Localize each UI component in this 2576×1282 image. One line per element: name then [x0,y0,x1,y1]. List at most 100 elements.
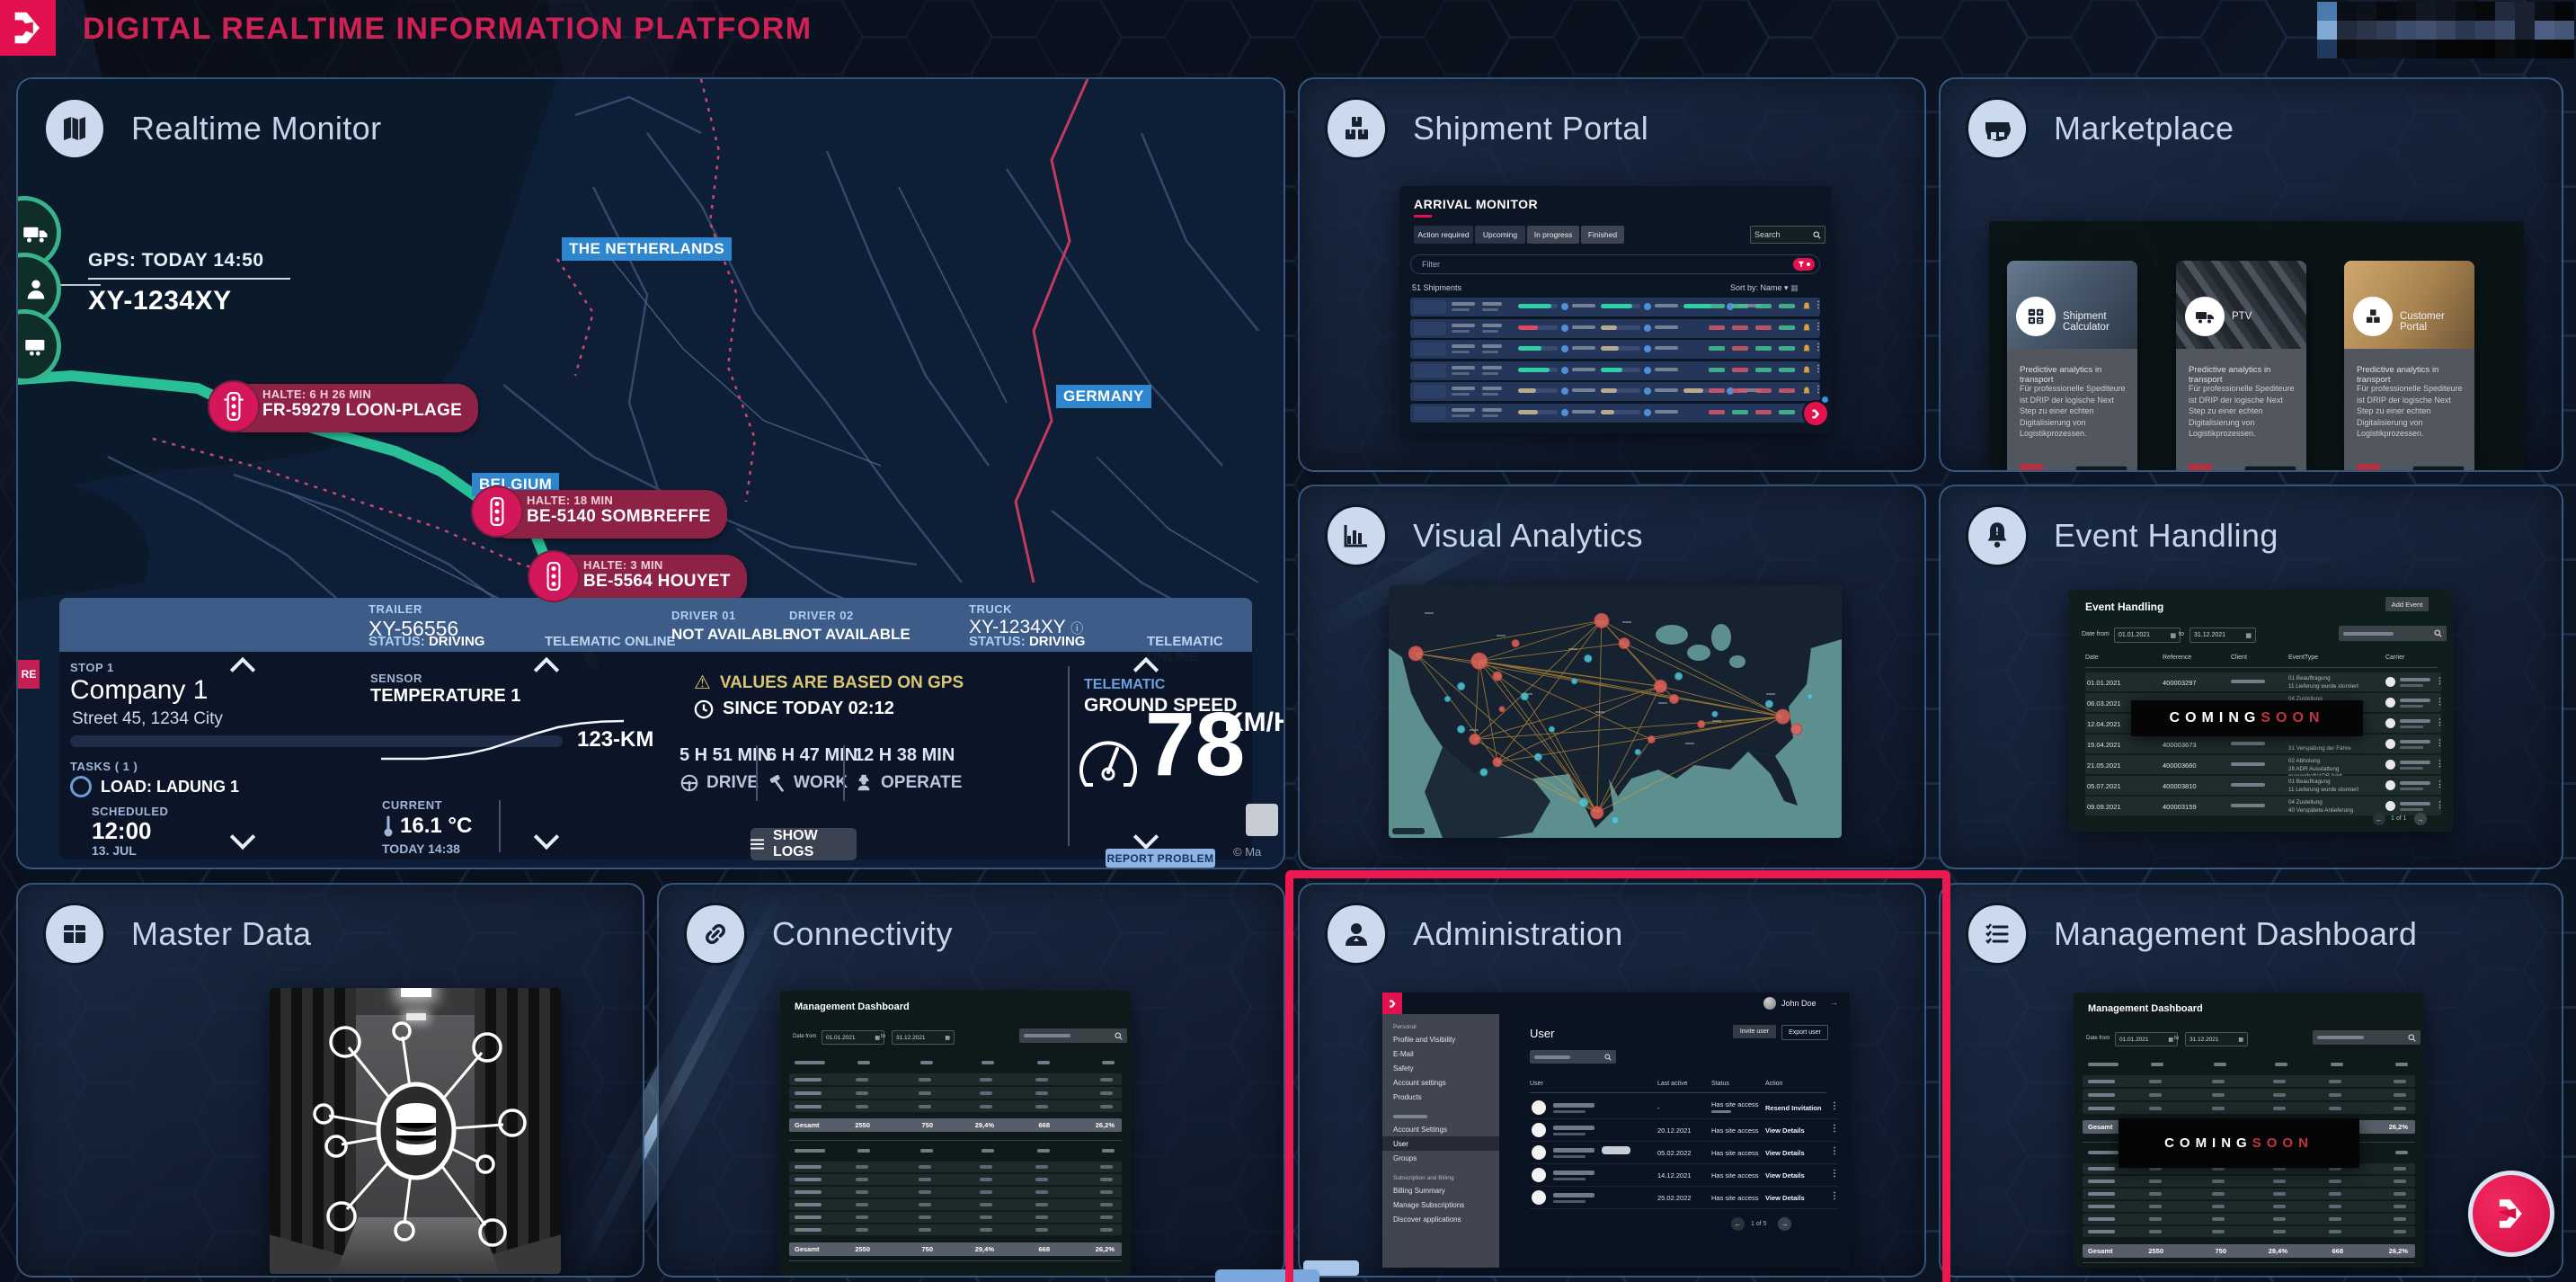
avatar[interactable] [1763,997,1776,1010]
bell-icon[interactable] [1802,387,1811,396]
event-row[interactable]: 05.07.2021 400003810 01 Beauftragung11 L… [2085,776,2441,795]
date-from-input[interactable]: 01.01.2021▦ [2114,628,2181,643]
date-to-input[interactable]: 31.12.2021▦ [892,1030,955,1045]
hub-node[interactable] [1594,613,1609,628]
kebab-icon[interactable]: ⋮ [1830,1192,1839,1201]
sidebar-item-profile[interactable]: Profile and Visibility [1382,1032,1499,1046]
bell-icon[interactable] [1802,344,1811,354]
search-input[interactable]: Search [1750,226,1825,244]
spoke-node[interactable] [1458,682,1465,690]
tile-realtime-monitor[interactable]: GPS: TODAY 14:50 XY-1234XY THE NETHERLAN… [16,77,1285,869]
filter-icon[interactable] [1793,258,1815,271]
spoke-node[interactable] [1549,726,1554,732]
spoke-node[interactable] [1458,726,1465,733]
kebab-icon[interactable]: ⋮ [1830,1170,1839,1179]
company-search-input[interactable] [2339,626,2447,641]
shipment-row[interactable]: ⋮ [1410,361,1820,380]
chevron-down-icon[interactable] [230,824,255,850]
spoke-node[interactable] [1572,679,1577,684]
bottom-tab[interactable] [1215,1269,1319,1282]
hub-node[interactable] [1493,758,1502,767]
kebab-icon[interactable]: ⋮ [2436,718,2444,726]
activate-button[interactable]: Activate [2244,466,2296,472]
report-problem-button[interactable]: REPORT PROBLEM [1106,849,1215,868]
show-logs-button[interactable]: SHOW LOGS [751,828,857,860]
kebab-icon[interactable]: ⋮ [1814,323,1823,332]
marketplace-card-shipment-calculator[interactable]: Shipment Calculator Predictive analytics… [2007,261,2137,472]
sidebar-item-products[interactable]: Products [1382,1090,1499,1104]
bell-icon[interactable] [1802,302,1811,312]
marketplace-card-customer-portal[interactable]: Customer Portal Predictive analytics in … [2344,261,2474,472]
sidebar-item-safety[interactable]: Safety [1382,1061,1499,1075]
shipment-row[interactable]: ⋮ [1410,404,1820,423]
company-search-input[interactable] [2313,1030,2421,1045]
user-table-row[interactable]: 05.02.2022 Has site access View Details … [1530,1142,1839,1164]
prev-page-button[interactable]: ← [2373,813,2385,825]
action-link[interactable]: View Details [1765,1171,1805,1180]
filter-bar[interactable]: Filter [1410,254,1820,274]
hub-node[interactable] [1512,640,1519,647]
event-row[interactable]: 01.01.2021 400003297 01 Beauftragung11 L… [2085,672,2441,691]
sidebar-item-account-settings[interactable]: Account settings [1382,1075,1499,1090]
bell-icon[interactable] [1802,324,1811,334]
event-row[interactable]: 09.09.2021 400003159 04 Zustellung40 Ver… [2085,797,2441,815]
spoke-node[interactable] [1765,700,1772,708]
spoke-node[interactable] [1445,696,1451,701]
user-table-row[interactable]: 25.02.2022 Has site access View Details … [1530,1187,1839,1209]
tab-finished[interactable]: Finished [1581,226,1624,244]
hub-node[interactable] [1670,694,1679,703]
stop-pill-loon-plage[interactable]: HALTE: 6 H 26 MINFR-59279 LOON-PLAGE [223,384,478,432]
user-table-row[interactable]: 14.12.2021 Has site access View Details … [1530,1164,1839,1187]
action-link[interactable]: View Details [1765,1149,1805,1157]
chevron-down-icon[interactable] [534,824,559,850]
logout-arrow-icon[interactable]: → [1830,998,1838,1007]
chevron-up-icon[interactable] [230,657,255,682]
hub-node[interactable] [1470,734,1480,744]
tab-action-required[interactable]: Action required [1414,226,1473,244]
tab-upcoming[interactable]: Upcoming [1475,226,1525,244]
next-page-button[interactable]: → [2414,813,2427,825]
tab-in-progress[interactable]: In progress [1527,226,1579,244]
user-menu[interactable]: John Doe [1781,999,1817,1008]
hub-node[interactable] [1408,646,1423,661]
sort-by[interactable]: Sort by: Name ▾ ▦ [1730,283,1799,293]
spoke-node[interactable] [1808,694,1813,699]
kebab-icon[interactable]: ⋮ [2436,677,2444,685]
tile-event-handling[interactable]: ! Event Handling Event Handling Add Even… [1939,485,2563,869]
hub-node[interactable] [1791,724,1802,734]
date-from-input[interactable]: 01.01.2021▦ [2115,1032,2178,1046]
tile-master-data[interactable]: Master Data [16,883,644,1278]
date-to-input[interactable]: 31.12.2021▦ [2185,1032,2248,1046]
company-search-input[interactable] [1019,1028,1127,1043]
user-table-row[interactable]: 20.12.2021 Has site access View Details … [1530,1119,1839,1142]
hub-node[interactable] [1698,721,1705,728]
next-page-button[interactable]: → [1778,1217,1791,1231]
date-from-input[interactable]: 01.01.2021▦ [822,1030,884,1045]
event-row[interactable]: 15.04.2021 400003673 31 Verspätung der F… [2085,734,2441,753]
chevron-down-icon[interactable] [1133,824,1159,850]
user-search-input[interactable] [1530,1050,1616,1064]
hub-node[interactable] [1471,653,1488,669]
hub-node[interactable] [1493,672,1502,681]
brand-logo[interactable] [0,0,56,56]
portal-logo-badge[interactable] [1802,400,1829,427]
hub-node[interactable] [1499,707,1505,712]
kebab-icon[interactable]: ⋮ [2436,801,2444,809]
kebab-icon[interactable]: ⋮ [1814,301,1823,310]
bell-icon[interactable] [1802,366,1811,376]
prev-page-button[interactable]: ← [1731,1217,1745,1231]
chevron-up-icon[interactable] [534,657,559,682]
export-user-button[interactable]: Export user [1781,1025,1828,1040]
kebab-icon[interactable]: ⋮ [1814,386,1823,395]
hub-node[interactable] [1654,680,1666,692]
spoke-node[interactable] [1675,672,1683,680]
sidebar-item-manage-subscriptions[interactable]: Manage Subscriptions [1382,1197,1499,1212]
activate-button[interactable]: Activate [2412,466,2465,472]
activate-button[interactable]: Activate [2075,466,2127,472]
shipment-row[interactable]: ⋮ [1410,340,1820,359]
spoke-node[interactable] [1612,816,1619,824]
tile-administration[interactable]: Administration John Doe → Personal Profi… [1298,883,1926,1278]
stop-pill-sombreffe[interactable]: HALTE: 18 MINBE-5140 SOMBREFFE [487,490,727,539]
action-link[interactable]: View Details [1765,1194,1805,1202]
kebab-icon[interactable]: ⋮ [1830,1102,1839,1111]
